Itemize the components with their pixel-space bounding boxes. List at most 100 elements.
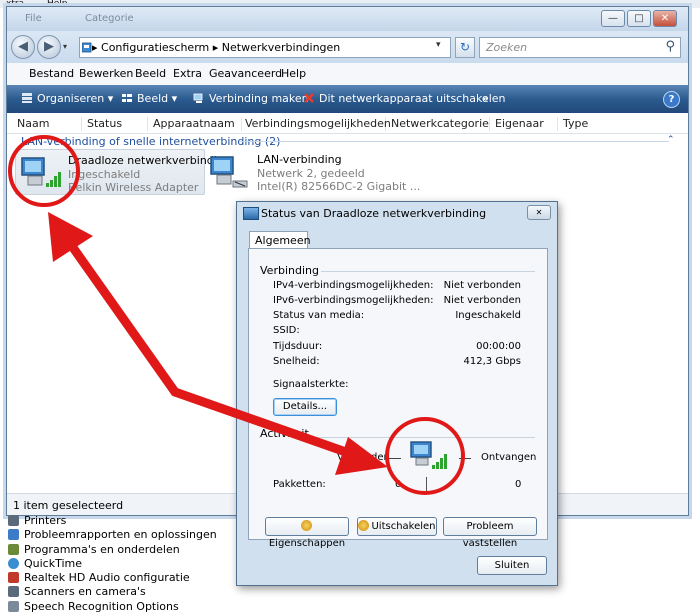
item-status: Ingeschakeld bbox=[68, 168, 141, 181]
menu-bestand[interactable]: Bestand bbox=[29, 67, 74, 80]
ipv6-value: Niet verbonden bbox=[443, 295, 521, 306]
address-path: ▸ Configuratiescherm ▸ Netwerkverbinding… bbox=[92, 41, 341, 54]
command-bar: Organiseren ▾ Beeld ▾ Verbinding maken D… bbox=[7, 85, 688, 113]
connect-button[interactable]: Verbinding maken bbox=[193, 92, 309, 105]
menu-bewerken[interactable]: Bewerken bbox=[79, 67, 133, 80]
search-input[interactable]: Zoeken ⚲ bbox=[479, 37, 681, 58]
diagnose-button[interactable]: Probleem vaststellen bbox=[443, 517, 537, 549]
properties-button[interactable]: Eigenschappen bbox=[265, 517, 349, 549]
background-list: Printers Probleemrapporten en oplossinge… bbox=[8, 514, 248, 614]
column-netwerkcategorie[interactable]: Netwerkcategorie bbox=[391, 117, 490, 131]
menu-geavanceerd[interactable]: Geavanceerd bbox=[209, 67, 282, 80]
column-status[interactable]: Status bbox=[87, 117, 148, 131]
more-commands-button[interactable]: » bbox=[482, 92, 489, 105]
received-label: Ontvangen bbox=[481, 452, 537, 463]
disable-device-button[interactable]: Dit netwerkapparaat uitschakelen bbox=[303, 92, 505, 105]
programs-icon bbox=[8, 543, 19, 555]
item-device: Intel(R) 82566DC-2 Gigabit ... bbox=[257, 180, 421, 193]
search-icon[interactable]: ⚲ bbox=[665, 39, 675, 54]
list-item[interactable]: Realtek HD Audio configuratie bbox=[8, 571, 248, 585]
column-header-row: Naam Status Apparaatnaam Verbindingsmoge… bbox=[7, 113, 688, 134]
list-item[interactable]: Programma's en onderdelen bbox=[8, 543, 248, 557]
activity-separator bbox=[426, 477, 427, 491]
activity-computer-icon bbox=[410, 441, 447, 469]
close-dialog-button[interactable]: Sluiten bbox=[477, 556, 547, 575]
organize-icon bbox=[22, 93, 32, 103]
list-item-lan[interactable]: LAN-verbinding Netwerk 2, gedeeld Intel(… bbox=[205, 149, 425, 193]
title-ghost-right: Categorie bbox=[85, 13, 134, 24]
history-dropdown-icon[interactable]: ▾ bbox=[63, 42, 67, 51]
duration-label: Tijdsduur: bbox=[273, 341, 323, 352]
item-device: Belkin Wireless Adapter bbox=[68, 181, 199, 194]
organize-button[interactable]: Organiseren ▾ bbox=[21, 92, 113, 105]
list-item-wireless[interactable]: Draadloze netwerkverbinding Ingeschakeld… bbox=[15, 149, 231, 195]
menu-help[interactable]: Help bbox=[281, 67, 306, 80]
list-item[interactable]: Scanners en camera's bbox=[8, 585, 248, 599]
activity-section-label: Activiteit bbox=[260, 427, 313, 440]
address-toolbar: ◀ ▶ ▾ ▸ Configuratiescherm ▸ Netwerkverb… bbox=[7, 31, 688, 63]
quicktime-icon bbox=[8, 557, 19, 569]
dialog-title: Status van Draadloze netwerkverbinding bbox=[261, 207, 487, 220]
column-naam[interactable]: Naam bbox=[17, 117, 82, 131]
section-divider bbox=[321, 271, 535, 272]
list-item[interactable]: Printers bbox=[8, 514, 248, 528]
general-panel: Verbinding IPv4-verbindingsmogelijkheden… bbox=[248, 248, 548, 549]
forward-arrow-icon[interactable]: ▶ bbox=[37, 35, 61, 59]
activity-line-right bbox=[459, 458, 471, 459]
column-type[interactable]: Type bbox=[563, 117, 623, 131]
tab-algemeen[interactable]: Algemeen bbox=[249, 231, 311, 249]
disable-label: Uitschakelen bbox=[371, 521, 436, 532]
disable-label: Dit netwerkapparaat uitschakelen bbox=[319, 92, 506, 105]
item-status: Netwerk 2, gedeeld bbox=[257, 167, 365, 180]
column-apparaatnaam[interactable]: Apparaatnaam bbox=[153, 117, 242, 131]
search-placeholder: Zoeken bbox=[486, 41, 528, 54]
wireless-network-icon bbox=[21, 157, 61, 187]
activity-line-left bbox=[389, 458, 401, 459]
column-eigenaar[interactable]: Eigenaar bbox=[495, 117, 558, 131]
scanner-icon bbox=[8, 586, 19, 598]
disable-button[interactable]: Uitschakelen bbox=[357, 517, 437, 536]
packets-received-value: 0 bbox=[515, 479, 522, 490]
back-arrow-icon[interactable]: ◀ bbox=[11, 35, 35, 59]
view-button[interactable]: Beeld ▾ bbox=[121, 92, 177, 105]
connect-label: Verbinding maken bbox=[209, 92, 309, 105]
details-button[interactable]: Details... bbox=[273, 398, 337, 416]
collapse-chevron-icon[interactable]: ⌃ bbox=[667, 135, 675, 145]
maximize-button[interactable]: □ bbox=[627, 10, 651, 27]
minimize-button[interactable]: — bbox=[601, 10, 625, 27]
speech-icon bbox=[8, 600, 19, 612]
dialog-close-button[interactable]: ✕ bbox=[527, 205, 551, 220]
list-item[interactable]: Probleemrapporten en oplossingen bbox=[8, 528, 248, 542]
packets-label: Pakketten: bbox=[273, 479, 326, 490]
ipv4-value: Niet verbonden bbox=[443, 280, 521, 291]
status-text: 1 item geselecteerd bbox=[13, 499, 124, 512]
realtek-audio-icon bbox=[8, 572, 19, 584]
view-label: Beeld ▾ bbox=[137, 92, 178, 105]
speed-value: 412,3 Gbps bbox=[463, 356, 521, 367]
disable-x-icon bbox=[304, 93, 314, 103]
column-verbindingsmogelijkheden[interactable]: Verbindingsmogelijkheden bbox=[245, 117, 391, 131]
help-icon[interactable]: ? bbox=[663, 91, 680, 108]
address-bar[interactable]: ▸ Configuratiescherm ▸ Netwerkverbinding… bbox=[79, 37, 451, 58]
list-item[interactable]: Speech Recognition Options bbox=[8, 600, 248, 614]
refresh-icon[interactable]: ↻ bbox=[455, 37, 475, 58]
connection-section-label: Verbinding bbox=[260, 264, 319, 277]
address-dropdown-icon[interactable]: ▾ bbox=[436, 40, 441, 50]
organize-label: Organiseren ▾ bbox=[37, 92, 114, 105]
group-divider bbox=[239, 141, 669, 142]
title-bar[interactable]: File Categorie — □ ✕ bbox=[7, 7, 688, 31]
shield-icon bbox=[300, 520, 312, 531]
network-connect-icon bbox=[193, 93, 203, 103]
folder-icon bbox=[82, 42, 92, 53]
properties-label: Eigenschappen bbox=[268, 538, 346, 549]
duration-value: 00:00:00 bbox=[476, 341, 521, 352]
list-item[interactable]: QuickTime bbox=[8, 557, 248, 571]
status-dialog: Status van Draadloze netwerkverbinding ✕… bbox=[236, 201, 558, 586]
close-button[interactable]: ✕ bbox=[653, 10, 677, 27]
lan-network-icon bbox=[210, 156, 248, 188]
menu-extra[interactable]: Extra bbox=[173, 67, 202, 80]
menu-bar: Bestand Bewerken Beeld Extra Geavanceerd… bbox=[7, 63, 688, 86]
menu-beeld[interactable]: Beeld bbox=[135, 67, 166, 80]
signal-strength-label: Signaalsterkte: bbox=[273, 379, 349, 390]
media-status-value: Ingeschakeld bbox=[455, 310, 521, 321]
